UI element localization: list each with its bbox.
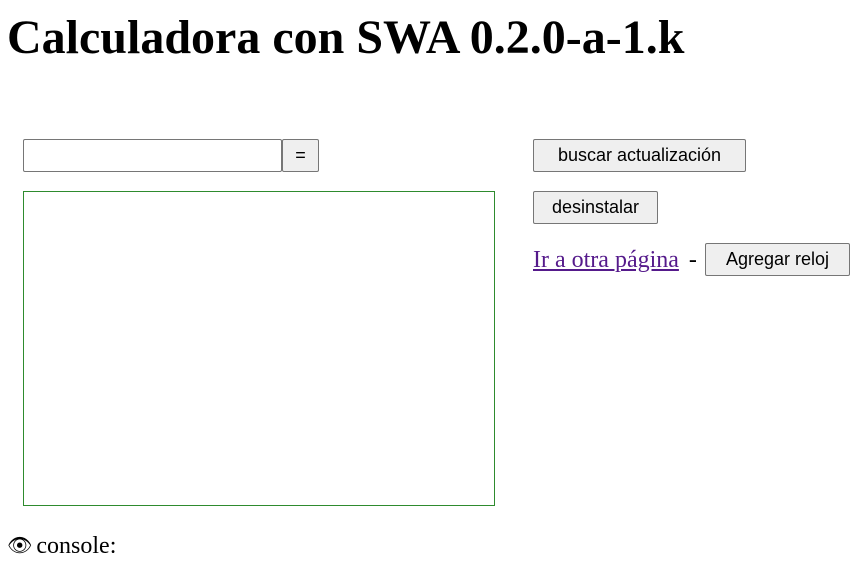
page: Calculadora con SWA 0.2.0-a-1.k = buscar…: [0, 0, 864, 569]
link-separator: -: [688, 247, 697, 273]
add-clock-button[interactable]: Agregar reloj: [705, 243, 850, 276]
equals-button[interactable]: =: [282, 139, 319, 172]
other-page-link[interactable]: Ir a otra página: [533, 247, 679, 273]
page-title: Calculadora con SWA 0.2.0-a-1.k: [7, 11, 685, 64]
output-area: [23, 191, 495, 506]
console-label: console:: [36, 533, 117, 559]
uninstall-button[interactable]: desinstalar: [533, 191, 658, 224]
expression-input[interactable]: [23, 139, 282, 172]
check-update-button[interactable]: buscar actualización: [533, 139, 746, 172]
console-toggle[interactable]: 👁 console:: [7, 530, 116, 561]
eye-icon: 👁: [7, 533, 33, 557]
link-row: Ir a otra página -: [533, 245, 697, 275]
